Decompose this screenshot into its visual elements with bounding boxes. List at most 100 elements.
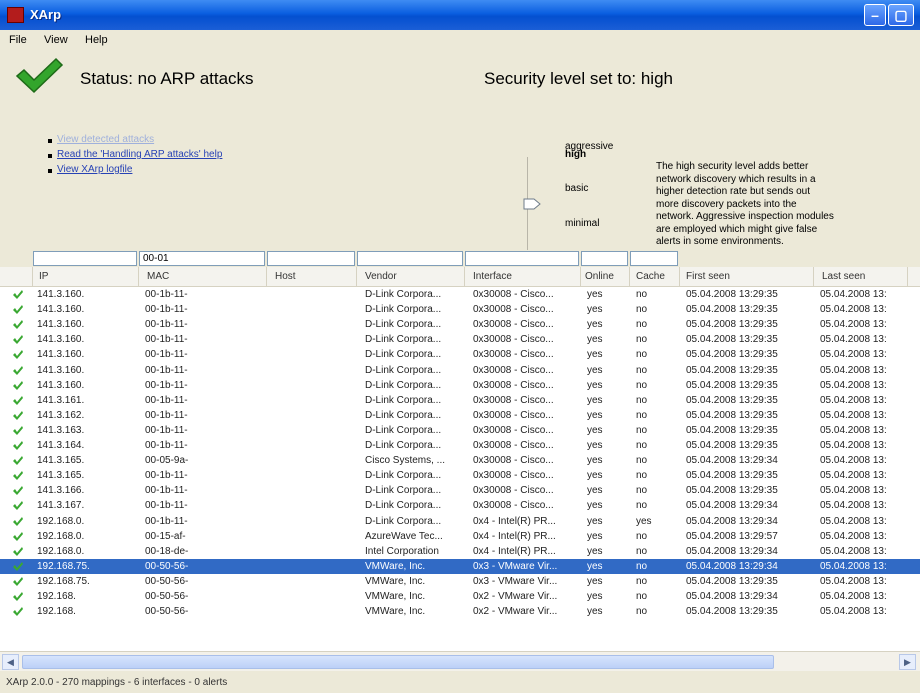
- table-row[interactable]: 141.3.160. 00-1b-11- D-Link Corpora... 0x30…: [0, 287, 920, 302]
- filter-ip-input[interactable]: [33, 251, 137, 266]
- header-online[interactable]: Online: [581, 267, 630, 287]
- status-bar-text: XArp 2.0.0 - 270 mappings - 6 interfaces…: [6, 677, 228, 688]
- table-row[interactable]: 141.3.160. 00-1b-11- D-Link Corpora... 0x30…: [0, 317, 920, 332]
- table-row[interactable]: 141.3.165. 00-05-9a- Cisco Systems, ... 0x3…: [0, 453, 920, 468]
- table-row[interactable]: 192.168.75. 00-50-56- VMWare, Inc. 0x3 - VM…: [0, 574, 920, 589]
- view-attacks-link[interactable]: View detected attacks: [47, 134, 222, 149]
- header-cache[interactable]: Cache: [630, 267, 680, 287]
- cell-mac: 00-50-56-: [145, 606, 189, 618]
- cell-cache: no: [636, 319, 648, 331]
- view-logfile-link[interactable]: View XArp logfile: [47, 164, 222, 179]
- cell-vendor: Cisco Systems, ...: [365, 455, 446, 467]
- row-ok-check-icon: [13, 486, 23, 496]
- cell-online: yes: [587, 606, 603, 618]
- cell-ip: 141.3.165.: [37, 455, 85, 467]
- table-row[interactable]: 141.3.161. 00-1b-11- D-Link Corpora... 0x30…: [0, 393, 920, 408]
- filter-vendor-input[interactable]: [357, 251, 463, 266]
- level-basic[interactable]: basic: [565, 183, 588, 194]
- filter-online-input[interactable]: [581, 251, 628, 266]
- table-row[interactable]: 141.3.160. 00-1b-11- D-Link Corpora... 0x30…: [0, 332, 920, 347]
- cell-cache: no: [636, 606, 648, 618]
- cell-online: yes: [587, 560, 603, 572]
- cell-online: yes: [587, 289, 603, 300]
- filter-interface-input[interactable]: [465, 251, 579, 266]
- level-minimal[interactable]: minimal: [565, 218, 599, 229]
- header-ip[interactable]: IP: [33, 267, 139, 287]
- header-last-seen[interactable]: Last seen: [814, 267, 908, 287]
- cell-ip: 192.168.: [37, 591, 76, 602]
- cell-cache: no: [636, 289, 648, 300]
- cell-first-seen: 05.04.2008 13:29:35: [686, 304, 778, 316]
- cell-interface: 0x30008 - Cisco...: [473, 455, 554, 467]
- table-row[interactable]: 192.168.0. 00-18-de- Intel Corporation 0x4 …: [0, 544, 920, 559]
- cell-online: yes: [587, 409, 603, 421]
- cell-first-seen: 05.04.2008 13:29:35: [686, 470, 778, 482]
- cell-last-seen: 05.04.2008 13:: [820, 394, 887, 406]
- cell-host: [275, 317, 361, 332]
- filter-host-input[interactable]: [267, 251, 355, 266]
- header-mac[interactable]: MAC: [139, 267, 267, 287]
- table-row[interactable]: 141.3.160. 00-1b-11- D-Link Corpora... 0x30…: [0, 363, 920, 378]
- table-row[interactable]: 141.3.160. 00-1b-11- D-Link Corpora... 0x30…: [0, 302, 920, 317]
- table-row[interactable]: 141.3.164. 00-1b-11- D-Link Corpora... 0x30…: [0, 438, 920, 453]
- filter-cache-input[interactable]: [630, 251, 678, 266]
- cell-cache: no: [636, 575, 648, 587]
- cell-cache: no: [636, 364, 648, 376]
- row-ok-check-icon: [13, 290, 23, 299]
- table-row[interactable]: 141.3.165. 00-1b-11- D-Link Corpora... 0x30…: [0, 468, 920, 483]
- header-interface[interactable]: Interface: [465, 267, 581, 287]
- cell-last-seen: 05.04.2008 13:: [820, 455, 887, 467]
- table-row[interactable]: 192.168.0. 00-1b-11- D-Link Corpora... 0x4 …: [0, 514, 920, 529]
- minimize-button[interactable]: –: [864, 4, 886, 26]
- header-first-seen[interactable]: First seen: [680, 267, 814, 287]
- row-ok-check-icon: [13, 546, 23, 556]
- maximize-button[interactable]: ▢: [888, 4, 914, 26]
- table-row[interactable]: 141.3.166. 00-1b-11- D-Link Corpora... 0x30…: [0, 483, 920, 498]
- cell-ip: 141.3.167.: [37, 500, 85, 512]
- horizontal-scrollbar[interactable]: ◀ ▶: [0, 651, 920, 671]
- handling-help-link[interactable]: Read the 'Handling ARP attacks' help: [47, 149, 222, 164]
- cell-host: [275, 393, 361, 408]
- cell-interface: 0x30008 - Cisco...: [473, 485, 554, 497]
- header-vendor[interactable]: Vendor: [357, 267, 465, 287]
- filter-mac-input[interactable]: 00-01: [139, 251, 265, 266]
- security-slider-thumb-icon[interactable]: [523, 198, 541, 210]
- cell-interface: 0x30008 - Cisco...: [473, 304, 554, 316]
- table-row[interactable]: 141.3.163. 00-1b-11- D-Link Corpora... 0x30…: [0, 423, 920, 438]
- table-row[interactable]: 141.3.160. 00-1b-11- D-Link Corpora... 0x30…: [0, 347, 920, 362]
- table-row[interactable]: 141.3.162. 00-1b-11- D-Link Corpora... 0x30…: [0, 408, 920, 423]
- cell-mac: 00-1b-11-: [145, 349, 188, 361]
- cell-online: yes: [587, 485, 603, 497]
- cell-vendor: D-Link Corpora...: [365, 334, 442, 346]
- cell-host: [275, 378, 361, 393]
- app-icon: [7, 7, 24, 23]
- table-row[interactable]: 141.3.167. 00-1b-11- D-Link Corpora... 0x30…: [0, 498, 920, 513]
- scroll-left-icon[interactable]: ◀: [2, 654, 19, 670]
- table-row[interactable]: 192.168. 00-50-56- VMWare, Inc. 0x2 - VMwar…: [0, 589, 920, 604]
- row-ok-check-icon: [13, 320, 23, 330]
- cell-last-seen: 05.04.2008 13:: [820, 485, 887, 497]
- title-bar: XArp – ▢: [0, 0, 920, 30]
- menu-help[interactable]: Help: [85, 34, 108, 46]
- row-ok-check-icon: [13, 531, 23, 541]
- cell-first-seen: 05.04.2008 13:29:34: [686, 515, 778, 527]
- level-high[interactable]: high: [565, 149, 586, 160]
- cell-mac: 00-1b-11-: [145, 500, 188, 512]
- mappings-table: 141.3.160. 00-1b-11- D-Link Corpora... 0x30…: [0, 287, 920, 651]
- header-host[interactable]: Host: [267, 267, 357, 287]
- scroll-right-icon[interactable]: ▶: [899, 654, 916, 670]
- menu-view[interactable]: View: [44, 34, 68, 46]
- security-level-description: The high security level adds better netw…: [656, 161, 834, 247]
- menu-file[interactable]: File: [9, 34, 27, 46]
- table-row[interactable]: 192.168.0. 00-15-af- AzureWave Tec... 0x4 -…: [0, 529, 920, 544]
- cell-last-seen: 05.04.2008 13:: [820, 575, 887, 587]
- table-row[interactable]: 192.168. 00-50-56- VMWare, Inc. 0x2 - VMwar…: [0, 604, 920, 619]
- table-row[interactable]: 192.168.75. 00-50-56- VMWare, Inc. 0x3 - VM…: [0, 558, 920, 574]
- table-row[interactable]: 141.3.160. 00-1b-11- D-Link Corpora... 0x30…: [0, 378, 920, 393]
- cell-mac: 00-50-56-: [145, 575, 189, 587]
- scroll-thumb[interactable]: [22, 655, 774, 669]
- cell-last-seen: 05.04.2008 13:: [820, 530, 887, 542]
- cell-online: yes: [587, 319, 603, 331]
- cell-first-seen: 05.04.2008 13:29:35: [686, 394, 778, 406]
- cell-vendor: VMWare, Inc.: [365, 560, 426, 572]
